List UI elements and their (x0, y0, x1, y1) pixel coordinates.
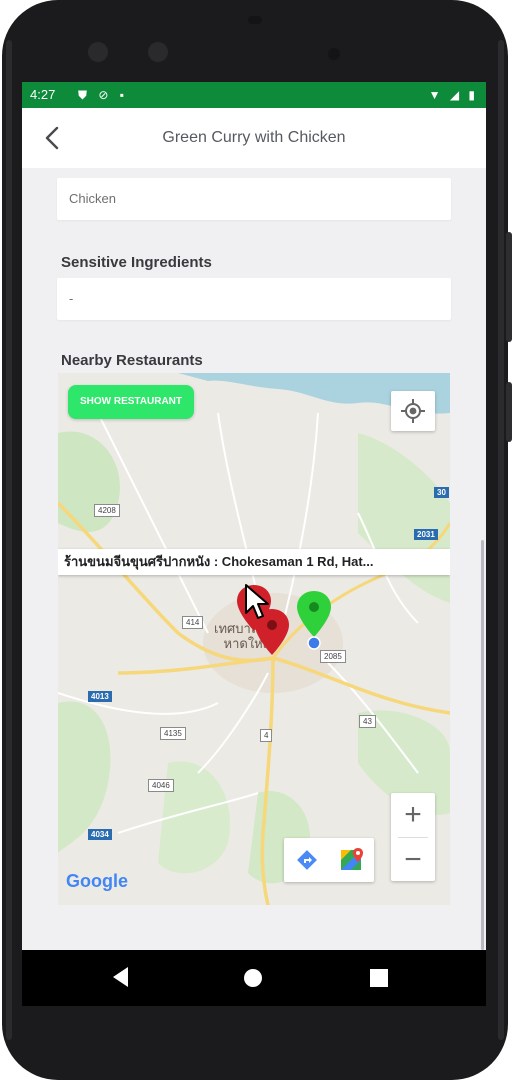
mouse-pointer-icon (245, 584, 269, 619)
road-label-2085: 2085 (320, 650, 346, 663)
road-label-30: 30 (434, 487, 449, 498)
road-label-4046: 4046 (148, 779, 174, 792)
map-toolbar (284, 838, 374, 882)
nav-recents-button[interactable] (368, 967, 390, 994)
front-camera-dot (88, 42, 108, 62)
shield-icon: ⛊ (78, 88, 92, 102)
signal-icon: ◢ (449, 88, 463, 102)
lock-icon: ▪ (119, 88, 129, 102)
status-icons-right: ▼ ◢ ▮ (429, 82, 478, 108)
road-label-4: 4 (260, 729, 273, 742)
app-bar: Green Curry with Chicken (22, 108, 486, 168)
status-icons-left: ⛊ ⊘ ▪ (78, 82, 128, 108)
sensitive-ingredients-field: - (57, 278, 451, 320)
user-location-dot (307, 636, 321, 650)
ingredients-value: Chicken (69, 191, 116, 206)
zoom-controls: + − (391, 793, 435, 881)
earpiece (248, 16, 262, 24)
content-area: Chicken Sensitive Ingredients - Nearby R… (22, 168, 486, 950)
zoom-in-button[interactable]: + (391, 793, 435, 837)
data-saver-icon: ⊘ (98, 88, 113, 102)
page-title: Green Curry with Chicken (162, 129, 346, 146)
road-label-4208: 4208 (94, 504, 120, 517)
phone-edge-right (498, 40, 504, 1040)
triangle-back-icon (113, 967, 128, 987)
wifi-icon: ▼ (428, 88, 444, 102)
battery-icon: ▮ (468, 88, 478, 102)
chevron-left-icon (45, 126, 59, 150)
marker-info-window[interactable]: ร้านขนมจีนขุนศรีปากหนัง : Chokesaman 1 R… (58, 549, 450, 575)
power-button[interactable] (506, 232, 512, 342)
square-recents-icon (370, 969, 388, 987)
nav-back-button[interactable] (110, 964, 132, 995)
restaurant-map[interactable]: 4208 414 4135 4046 4013 4034 2085 43 4 2… (58, 373, 450, 905)
road-label-414: 414 (182, 616, 204, 629)
sensitive-ingredients-title: Sensitive Ingredients (61, 254, 212, 271)
google-maps-icon (340, 848, 363, 870)
status-time: 4:27 (30, 87, 56, 102)
app-screen: 4:27 ⛊ ⊘ ▪ ▼ ◢ ▮ Green Curry with Chicke… (22, 82, 486, 950)
directions-button[interactable] (284, 838, 329, 882)
road-label-4013: 4013 (88, 691, 112, 702)
scrollbar[interactable] (481, 540, 484, 950)
back-button[interactable] (36, 122, 68, 154)
show-restaurant-button[interactable]: SHOW RESTAURANT (68, 385, 194, 419)
road-label-4135: 4135 (160, 727, 186, 740)
zoom-out-button[interactable]: − (391, 838, 435, 881)
my-location-button[interactable] (391, 391, 435, 431)
proximity-dot (328, 48, 340, 60)
nav-home-button[interactable] (242, 967, 264, 994)
sensor-dot (148, 42, 168, 62)
road-label-43: 43 (359, 715, 376, 728)
road-label-2031: 2031 (414, 529, 438, 540)
nearby-restaurants-title: Nearby Restaurants (61, 352, 203, 369)
selected-marker-green[interactable] (294, 589, 334, 639)
circle-home-icon (244, 969, 262, 987)
crosshair-icon (401, 399, 425, 423)
ingredients-field: Chicken (57, 178, 451, 220)
sensitive-ingredients-value: - (69, 291, 74, 306)
status-bar: 4:27 ⛊ ⊘ ▪ ▼ ◢ ▮ (22, 82, 486, 108)
google-logo-text: Google (66, 871, 128, 891)
directions-icon (296, 850, 317, 870)
info-window-text: ร้านขนมจีนขุนศรีปากหนัง : Chokesaman 1 R… (64, 554, 374, 569)
open-in-maps-button[interactable] (329, 838, 374, 882)
phone-edge-left (6, 40, 12, 1040)
volume-button[interactable] (506, 382, 512, 442)
android-nav-bar (22, 950, 486, 1006)
road-label-4034: 4034 (88, 829, 112, 840)
google-logo: Google (66, 871, 128, 892)
